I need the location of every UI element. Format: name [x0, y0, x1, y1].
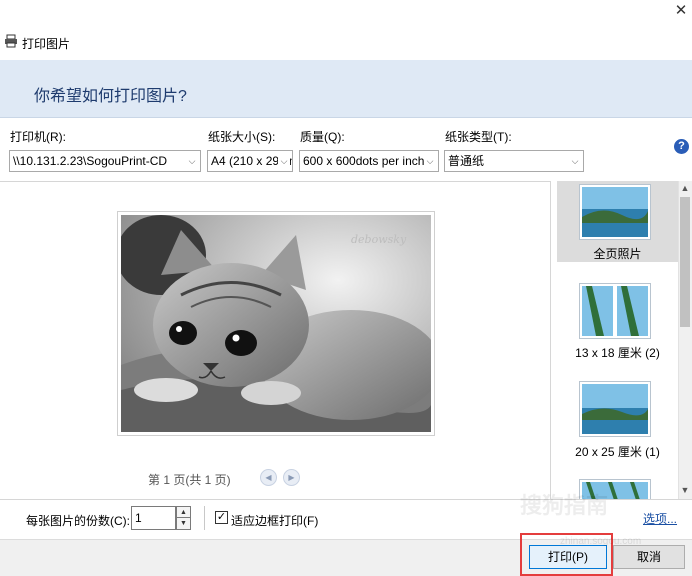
fit-to-frame-label[interactable]: 适应边框打印(F)	[231, 512, 318, 529]
layout-20x25-thumbnail[interactable]	[579, 381, 651, 437]
scroll-up-icon[interactable]: ▲	[678, 183, 692, 195]
cancel-button[interactable]: 取消	[613, 545, 685, 569]
printer-select-value: \\10.131.2.23\SogouPrint-CD	[13, 154, 168, 168]
paper-type-select[interactable]: 普通纸 ⌵	[444, 150, 584, 172]
fit-to-frame-checkbox[interactable]: ✓	[215, 511, 228, 524]
paper-type-select-value: 普通纸	[448, 154, 485, 168]
help-icon[interactable]: ?	[674, 139, 689, 154]
chevron-down-icon: ⌵	[569, 151, 581, 171]
layout-13x18-thumbnail[interactable]	[579, 283, 651, 339]
printer-icon	[4, 34, 18, 48]
paper-size-label: 纸张大小(S):	[208, 130, 276, 144]
paper-type-label: 纸张类型(T):	[445, 130, 512, 144]
watermark-url: zhinan.sogou.com	[560, 536, 642, 547]
window-title: 打印图片	[22, 37, 71, 51]
scrollbar-thumb[interactable]	[680, 197, 690, 327]
chevron-down-icon: ⌵	[186, 151, 198, 171]
layout-label: 13 x 18 厘米 (2)	[575, 346, 660, 360]
quality-select[interactable]: 600 x 600dots per inch ⌵	[299, 150, 439, 172]
divider	[204, 506, 205, 530]
decrement-icon[interactable]: ▼	[177, 518, 190, 529]
printer-select[interactable]: \\10.131.2.23\SogouPrint-CD ⌵	[9, 150, 201, 172]
chevron-down-icon: ⌵	[278, 151, 290, 171]
copies-input[interactable]: 1	[131, 506, 176, 530]
page-title: 你希望如何打印图片?	[34, 88, 187, 105]
quality-select-value: 600 x 600dots per inch	[303, 154, 425, 168]
increment-icon[interactable]: ▲	[177, 507, 190, 518]
previous-page-button[interactable]: ◀	[260, 469, 277, 486]
layout-label: 全页照片	[593, 247, 642, 261]
layout-label: 20 x 25 厘米 (1)	[575, 445, 660, 459]
quality-label: 质量(Q):	[300, 130, 345, 144]
printer-label: 打印机(R):	[10, 130, 66, 144]
close-button[interactable]: ✕	[672, 2, 690, 20]
photo-signature: debowsky	[351, 233, 407, 246]
scroll-down-icon[interactable]: ▼	[678, 485, 692, 497]
page-info: 第 1 页(共 1 页)	[148, 473, 231, 487]
paper-size-select[interactable]: A4 (210 x 297 mm) ⌵	[207, 150, 293, 172]
layout-full-page-thumbnail[interactable]	[579, 184, 651, 240]
next-page-button[interactable]: ▶	[283, 469, 300, 486]
chevron-down-icon: ⌵	[424, 151, 436, 171]
watermark: 搜狗指南	[520, 493, 609, 518]
kitten-photo: debowsky	[116, 215, 441, 432]
options-link[interactable]: 选项...	[643, 510, 677, 527]
copies-stepper[interactable]: ▲ ▼	[176, 506, 191, 530]
copies-label: 每张图片的份数(C):	[26, 514, 130, 528]
